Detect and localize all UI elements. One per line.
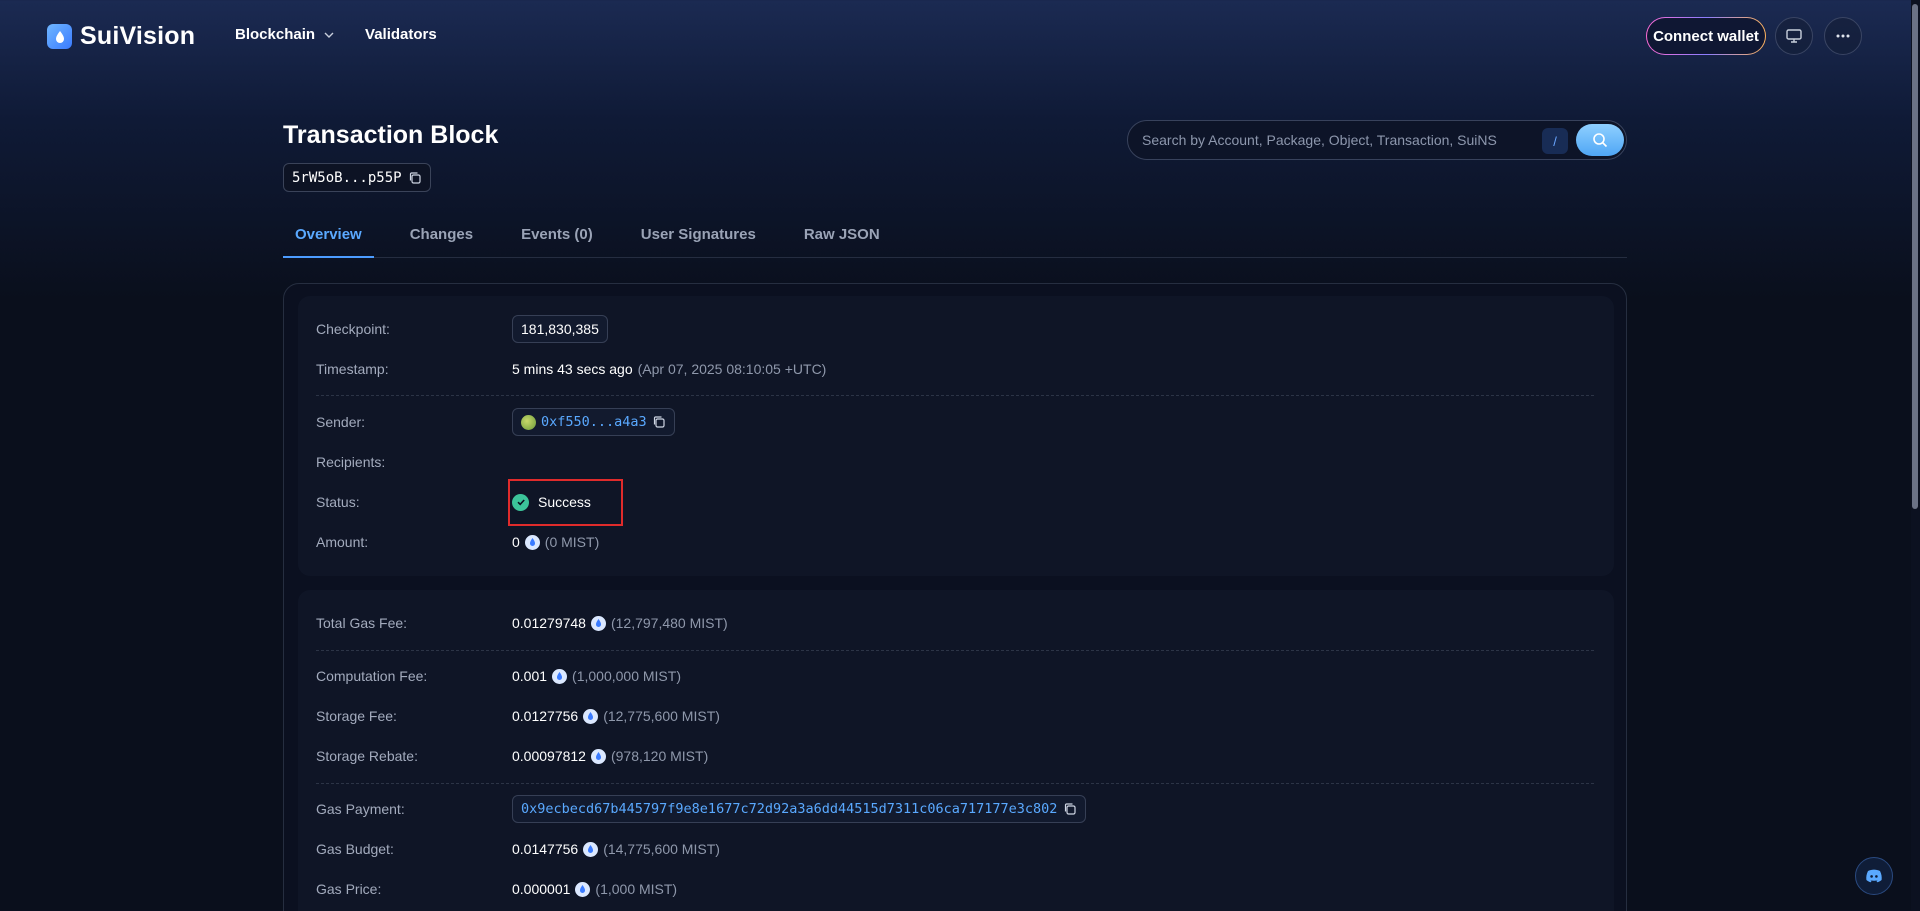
storage-rebate-value: 0.00097812 (978,120 MIST) (512, 748, 708, 764)
gas-details-panel: Total Gas Fee: 0.01279748 (12,797,480 MI… (298, 590, 1614, 911)
sender-label: Sender: (316, 414, 366, 430)
transaction-tabs: Overview Changes Events (0) User Signatu… (283, 222, 1627, 258)
main-nav: Blockchain Validators (235, 26, 437, 43)
copy-icon[interactable] (408, 171, 422, 185)
page-title: Transaction Block (283, 121, 499, 149)
gas-price-mist: (1,000 MIST) (595, 881, 678, 897)
tab-changes[interactable]: Changes (398, 222, 485, 258)
storage-fee-value: 0.0127756 (12,775,600 MIST) (512, 708, 720, 724)
checkpoint-label: Checkpoint: (316, 321, 390, 337)
timestamp-value: 5 mins 43 secs ago (Apr 07, 2025 08:10:0… (512, 361, 826, 377)
theme-toggle-button[interactable] (1775, 17, 1813, 55)
tab-raw-json[interactable]: Raw JSON (792, 222, 892, 258)
chevron-down-icon (324, 32, 334, 38)
status-text: Success (538, 494, 591, 510)
search-button[interactable] (1576, 124, 1624, 156)
avatar (521, 414, 536, 430)
section-divider (316, 783, 1594, 784)
nav-validators[interactable]: Validators (365, 26, 437, 43)
connect-wallet-button[interactable]: Connect wallet (1646, 17, 1766, 55)
gas-price-label: Gas Price: (316, 881, 382, 897)
nav-blockchain[interactable]: Blockchain (235, 26, 335, 43)
gas-budget-label: Gas Budget: (316, 841, 394, 857)
checkpoint-value-wrap: 181,830,385 (512, 315, 608, 343)
gas-payment-value-wrap: 0x9ecbecd67b445797f9e8e1677c72d92a3a6dd4… (512, 795, 1087, 823)
brand-name: SuiVision (80, 22, 196, 50)
more-menu-button[interactable] (1824, 17, 1862, 55)
top-header: SuiVision Blockchain Validators Connect … (0, 0, 1920, 72)
gas-payment-label: Gas Payment: (316, 801, 405, 817)
total-gas-number: 0.01279748 (512, 615, 586, 631)
transaction-digest: 5rW5oB...p55P (283, 163, 431, 192)
copy-icon[interactable] (1063, 802, 1077, 816)
suivision-logo[interactable]: SuiVision (47, 22, 195, 51)
storage-fee-number: 0.0127756 (512, 708, 579, 724)
sui-coin-icon (590, 615, 606, 631)
transaction-details-panel: Checkpoint: 181,830,385 Timestamp: 5 min… (298, 296, 1614, 576)
checkpoint-link[interactable]: 181,830,385 (512, 315, 608, 343)
gas-budget-number: 0.0147756 (512, 841, 579, 857)
computation-fee-number: 0.001 (512, 668, 548, 684)
sender-value-wrap: 0xf550...a4a3 (512, 408, 675, 436)
timestamp-absolute: (Apr 07, 2025 08:10:05 +UTC) (637, 361, 827, 377)
search-input[interactable] (1142, 121, 1522, 159)
computation-fee-value: 0.001 (1,000,000 MIST) (512, 668, 681, 684)
storage-fee-label: Storage Fee: (316, 708, 397, 724)
sui-coin-icon (524, 534, 540, 550)
total-gas-label: Total Gas Fee: (316, 615, 408, 631)
gas-budget-mist: (14,775,600 MIST) (603, 841, 720, 857)
sui-coin-icon (575, 881, 591, 897)
amount-mist: (0 MIST) (544, 534, 600, 550)
tab-events[interactable]: Events (0) (509, 222, 605, 258)
sui-coin-icon (552, 668, 568, 684)
timestamp-relative: 5 mins 43 secs ago (512, 361, 633, 377)
sender-address-chip[interactable]: 0xf550...a4a3 (512, 408, 675, 436)
overview-card: Checkpoint: 181,830,385 Timestamp: 5 min… (283, 283, 1627, 911)
recipients-label: Recipients: (316, 454, 386, 470)
global-search: / (1127, 120, 1627, 160)
storage-rebate-mist: (978,120 MIST) (610, 748, 709, 764)
timestamp-label: Timestamp: (316, 361, 389, 377)
more-horizontal-icon (1836, 34, 1850, 38)
discord-button[interactable] (1855, 857, 1893, 895)
copy-icon[interactable] (652, 415, 666, 429)
nav-validators-label: Validators (365, 26, 437, 43)
computation-fee-label: Computation Fee: (316, 668, 428, 684)
amount-value: 0 (0 MIST) (512, 534, 599, 550)
gas-payment-chip[interactable]: 0x9ecbecd67b445797f9e8e1677c72d92a3a6dd4… (512, 795, 1087, 823)
sui-logo-icon (47, 24, 72, 49)
sui-coin-icon (583, 708, 599, 724)
status-label: Status: (316, 494, 360, 510)
tab-overview[interactable]: Overview (283, 222, 374, 258)
status-value: Success (512, 493, 591, 511)
search-icon (1593, 133, 1608, 148)
nav-blockchain-label: Blockchain (235, 26, 316, 43)
computation-fee-mist: (1,000,000 MIST) (572, 668, 681, 684)
storage-fee-mist: (12,775,600 MIST) (603, 708, 720, 724)
sender-address[interactable]: 0xf550...a4a3 (541, 414, 647, 430)
check-circle-icon (512, 493, 529, 511)
amount-label: Amount: (316, 534, 369, 550)
sui-coin-icon (590, 748, 606, 764)
scrollbar-thumb[interactable] (1912, 4, 1918, 509)
sui-coin-icon (583, 841, 599, 857)
section-divider (316, 650, 1594, 651)
storage-rebate-number: 0.00097812 (512, 748, 586, 764)
tab-user-signatures[interactable]: User Signatures (629, 222, 768, 258)
gas-payment-object-id[interactable]: 0x9ecbecd67b445797f9e8e1677c72d92a3a6dd4… (521, 801, 1057, 817)
discord-icon (1866, 869, 1882, 883)
total-gas-mist: (12,797,480 MIST) (610, 615, 728, 631)
gas-price-number: 0.000001 (512, 881, 571, 897)
total-gas-value: 0.01279748 (12,797,480 MIST) (512, 615, 728, 631)
gas-price-value: 0.000001 (1,000 MIST) (512, 881, 677, 897)
gas-budget-value: 0.0147756 (14,775,600 MIST) (512, 841, 720, 857)
amount-number: 0 (512, 534, 520, 550)
search-shortcut-key: / (1542, 128, 1568, 154)
digest-text: 5rW5oB...p55P (292, 169, 402, 186)
section-divider (316, 395, 1594, 396)
storage-rebate-label: Storage Rebate: (316, 748, 418, 764)
monitor-icon (1786, 29, 1802, 43)
